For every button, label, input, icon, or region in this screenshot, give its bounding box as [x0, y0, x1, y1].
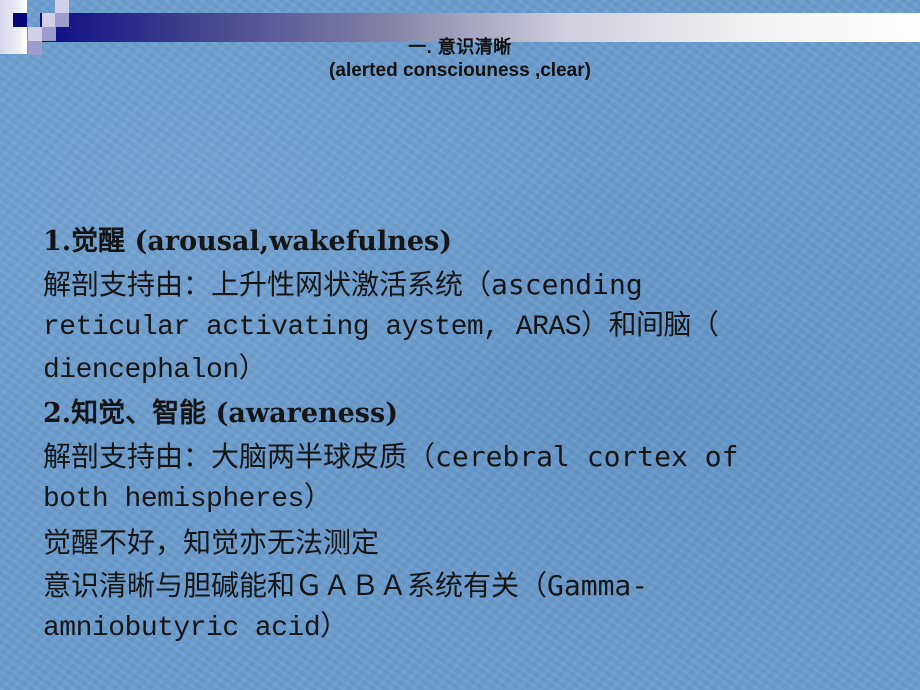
body-line: reticular activating aystem, ARAS）和间脑（ — [43, 312, 719, 343]
body-line: both hemispheres） — [43, 484, 332, 515]
body-line: 意识清晰与胆碱能和ＧＡＢＡ系统有关（Gamma- — [43, 569, 649, 602]
slide-title-english: (alerted consciouness ,clear) — [329, 60, 591, 81]
section-heading-awareness: 2.知觉、智能 (awareness) — [43, 398, 398, 429]
slide-title-chinese: 一. 意识清晰 — [408, 37, 512, 57]
body-line: amniobutyric acid） — [43, 613, 348, 644]
slide-body: 1.觉醒 (arousal,wakefulnes) 解剖支持由：上升性网状激活系… — [43, 220, 903, 650]
decorative-square — [55, 13, 69, 27]
section-heading-arousal: 1.觉醒 (arousal,wakefulnes) — [43, 226, 452, 257]
body-line: 解剖支持由：大脑两半球皮质（cerebral cortex of — [43, 440, 739, 473]
body-line: 解剖支持由：上升性网状激活系统（ascending — [43, 268, 643, 301]
body-line: diencephalon） — [43, 355, 267, 386]
decorative-square — [13, 13, 27, 27]
decorative-square — [42, 13, 56, 27]
body-line: 觉醒不好，知觉亦无法测定 — [43, 526, 380, 559]
decorative-square — [55, 0, 69, 14]
